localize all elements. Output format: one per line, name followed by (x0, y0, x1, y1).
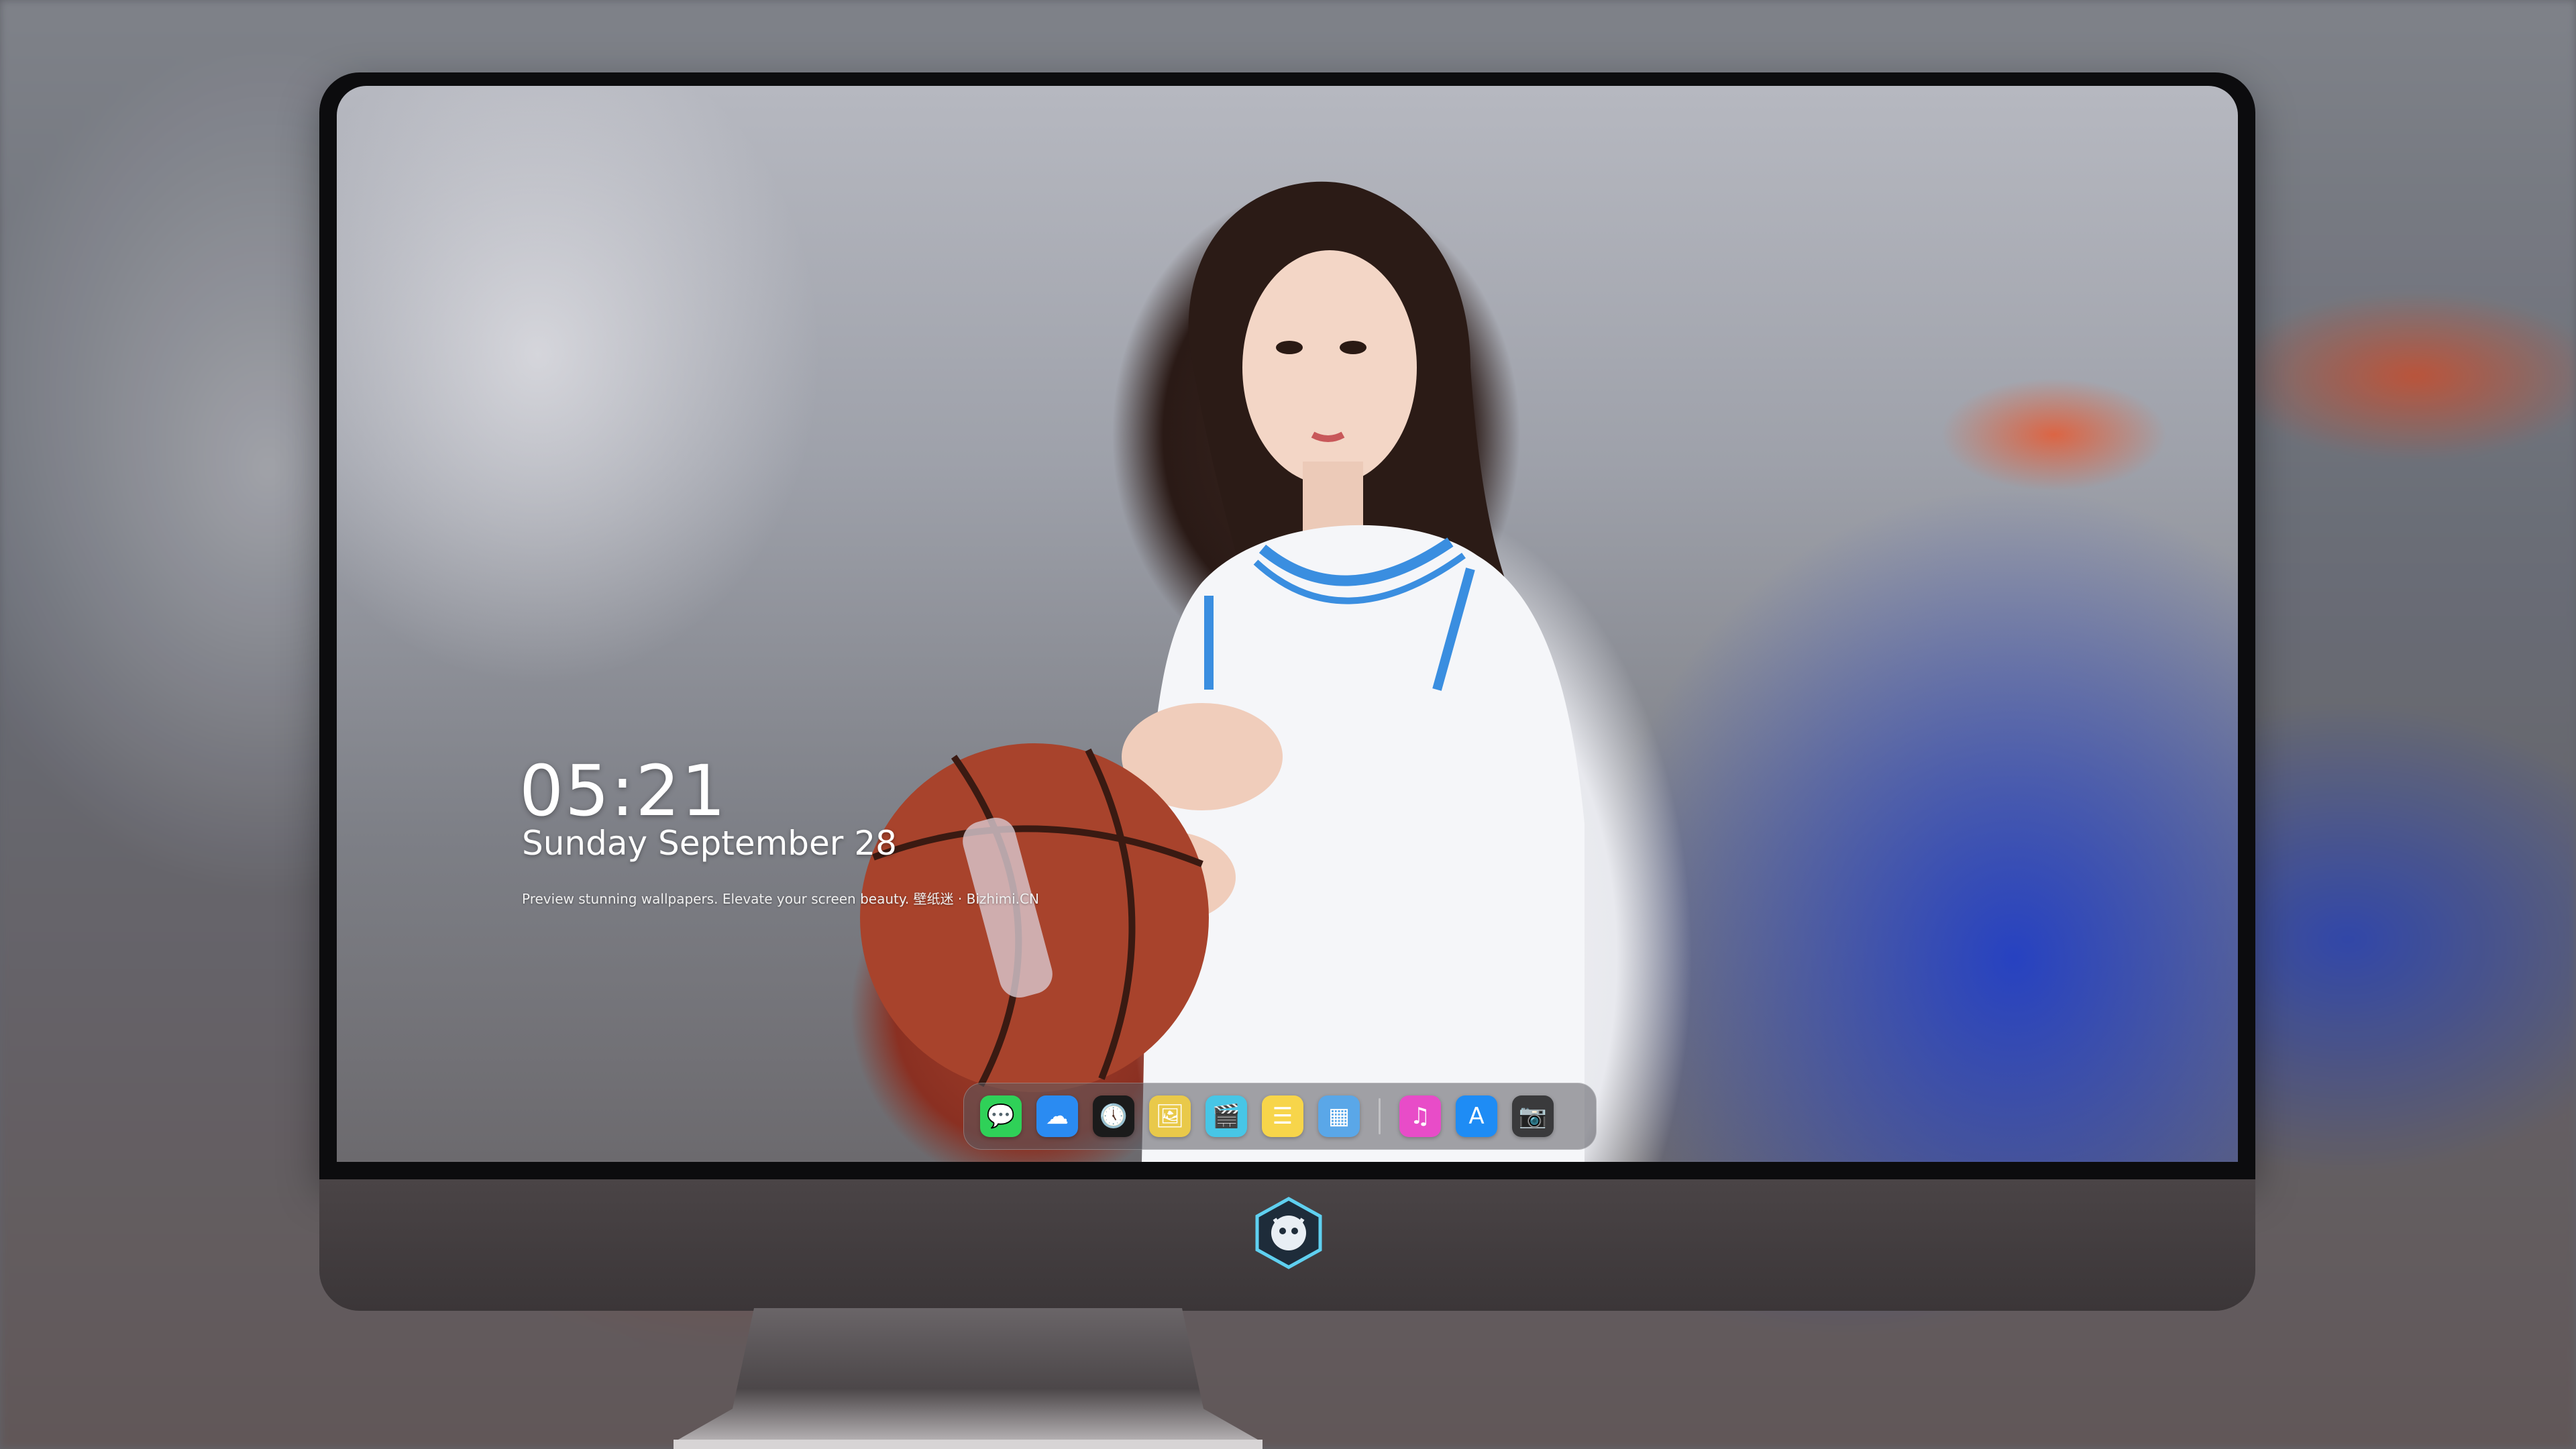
brand-logo-icon (1255, 1197, 1322, 1269)
date-day: Sunday September (522, 824, 844, 863)
monitor: 05:21 Sunday September 28 Preview stunnin… (319, 72, 2255, 1311)
date-number: 28 (854, 824, 897, 863)
monitor-stand (674, 1308, 1263, 1449)
preview-icon[interactable]: 🖼 (1149, 1095, 1191, 1137)
clips-icon[interactable]: 🎬 (1205, 1095, 1247, 1137)
clock-icon[interactable]: 🕔 (1093, 1095, 1134, 1137)
music-icon[interactable]: ♫ (1399, 1095, 1441, 1137)
wallpaper-figure (860, 181, 1585, 1162)
monitor-bezel: 05:21 Sunday September 28 Preview stunnin… (319, 72, 2255, 1179)
lock-screen[interactable]: 05:21 Sunday September 28 Preview stunnin… (337, 86, 2238, 1162)
photo-booth-icon[interactable]: ▦ (1318, 1095, 1360, 1137)
wallpaper-tagline: Preview stunning wallpapers. Elevate you… (522, 891, 1039, 907)
camera-icon[interactable]: 📷 (1512, 1095, 1554, 1137)
lock-screen-time: 05:21 (519, 750, 727, 832)
messages-icon[interactable]: 💬 (980, 1095, 1022, 1137)
dock: 💬 ☁ 🕔 🖼 🎬 ☰ ▦ ♫ A 📷 (963, 1083, 1597, 1150)
lock-screen-date: Sunday September 28 (522, 824, 897, 863)
weather-icon[interactable]: ☁ (1036, 1095, 1078, 1137)
app-store-icon[interactable]: A (1456, 1095, 1497, 1137)
notes-icon[interactable]: ☰ (1262, 1095, 1303, 1137)
dock-separator (1379, 1098, 1381, 1134)
